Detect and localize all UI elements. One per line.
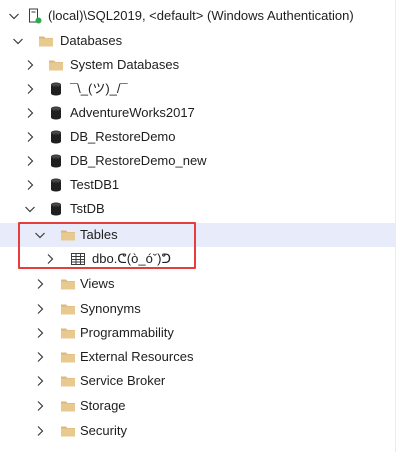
tree-node-security[interactable]: Security — [0, 419, 396, 443]
folder-icon — [60, 373, 76, 389]
chevron-right-icon[interactable] — [42, 251, 58, 267]
database-label: ¯\_(ツ)_/¯ — [70, 81, 128, 96]
folder-icon — [48, 57, 64, 73]
tree-node-storage[interactable]: Storage — [0, 394, 396, 418]
folder-icon — [38, 33, 54, 49]
folder-icon — [60, 301, 76, 317]
folder-icon — [60, 349, 76, 365]
databases-label: Databases — [60, 33, 123, 48]
tables-label: Tables — [80, 227, 118, 242]
chevron-right-icon[interactable] — [22, 153, 38, 169]
chevron-right-icon[interactable] — [32, 423, 48, 439]
chevron-right-icon[interactable] — [32, 373, 48, 389]
tree-node-table-dbo[interactable]: dbo.ᕦ(ò_óˇ)ᕤ — [0, 247, 396, 271]
database-label: DB_RestoreDemo_new — [70, 153, 207, 168]
storage-label: Storage — [80, 398, 126, 413]
chevron-down-icon[interactable] — [10, 33, 26, 49]
table-label: dbo.ᕦ(ò_óˇ)ᕤ — [92, 251, 171, 266]
database-label: TstDB — [70, 201, 105, 216]
tree-node-server[interactable]: (local)\SQL2019, <default> (Windows Auth… — [0, 4, 396, 28]
database-label: AdventureWorks2017 — [70, 105, 195, 120]
chevron-right-icon[interactable] — [22, 57, 38, 73]
tree-node-databases[interactable]: Databases — [0, 29, 396, 53]
folder-icon — [60, 325, 76, 341]
tree-node-database-shrug[interactable]: ¯\_(ツ)_/¯ — [0, 77, 396, 101]
views-label: Views — [80, 276, 115, 291]
database-icon — [48, 153, 64, 169]
folder-icon — [60, 276, 76, 292]
service-broker-label: Service Broker — [80, 373, 166, 388]
external-resources-label: External Resources — [80, 349, 194, 364]
tree-node-database-tstdb[interactable]: TstDB — [0, 197, 396, 221]
database-icon — [48, 177, 64, 193]
programmability-label: Programmability — [80, 325, 174, 340]
chevron-right-icon[interactable] — [32, 398, 48, 414]
tree-node-database-restore-demo-new[interactable]: DB_RestoreDemo_new — [0, 149, 396, 173]
object-explorer-tree: (local)\SQL2019, <default> (Windows Auth… — [0, 0, 396, 452]
server-icon — [26, 8, 42, 24]
tree-node-programmability[interactable]: Programmability — [0, 321, 396, 345]
chevron-right-icon[interactable] — [32, 325, 48, 341]
system-databases-label: System Databases — [70, 57, 180, 72]
chevron-right-icon[interactable] — [22, 129, 38, 145]
chevron-right-icon[interactable] — [22, 177, 38, 193]
folder-icon — [60, 423, 76, 439]
database-icon — [48, 129, 64, 145]
database-icon — [48, 105, 64, 121]
server-label: (local)\SQL2019, <default> (Windows Auth… — [48, 8, 354, 23]
synonyms-label: Synonyms — [80, 301, 141, 316]
tree-node-database-adventureworks[interactable]: AdventureWorks2017 — [0, 101, 396, 125]
chevron-down-icon[interactable] — [22, 201, 38, 217]
chevron-down-icon[interactable] — [32, 227, 48, 243]
tree-node-views[interactable]: Views — [0, 272, 396, 296]
database-label: TestDB1 — [70, 177, 120, 192]
tree-node-external-resources[interactable]: External Resources — [0, 345, 396, 369]
database-icon — [48, 201, 64, 217]
tree-node-database-restore-demo[interactable]: DB_RestoreDemo — [0, 125, 396, 149]
folder-icon — [60, 398, 76, 414]
database-icon — [48, 81, 64, 97]
chevron-down-icon[interactable] — [6, 8, 22, 24]
tree-node-service-broker[interactable]: Service Broker — [0, 369, 396, 393]
folder-icon — [60, 227, 76, 243]
database-label: DB_RestoreDemo — [70, 129, 176, 144]
chevron-right-icon[interactable] — [22, 105, 38, 121]
table-icon — [70, 251, 86, 267]
chevron-right-icon[interactable] — [32, 276, 48, 292]
tree-node-database-testdb1[interactable]: TestDB1 — [0, 173, 396, 197]
chevron-right-icon[interactable] — [32, 301, 48, 317]
security-label: Security — [80, 423, 127, 438]
tree-node-synonyms[interactable]: Synonyms — [0, 297, 396, 321]
tree-node-tables[interactable]: Tables — [0, 223, 396, 247]
tree-node-system-databases[interactable]: System Databases — [0, 53, 396, 77]
chevron-right-icon[interactable] — [32, 349, 48, 365]
chevron-right-icon[interactable] — [22, 81, 38, 97]
